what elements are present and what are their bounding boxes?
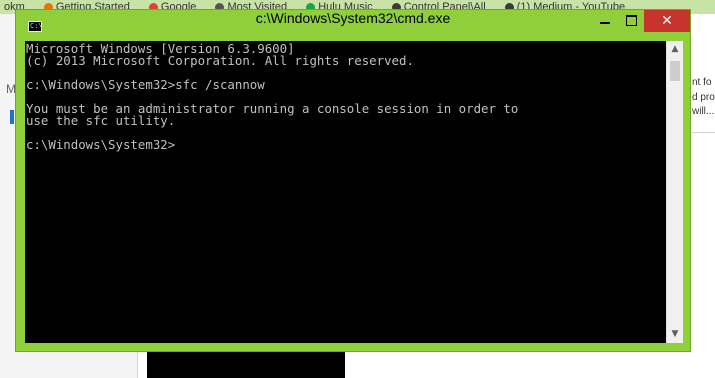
background-dark-block (147, 352, 345, 378)
scroll-down-icon[interactable]: ▼ (667, 326, 683, 343)
scroll-thumb[interactable] (670, 61, 680, 81)
background-text-line: nt fo (692, 77, 712, 88)
close-icon: ✕ (661, 13, 673, 29)
console-output[interactable]: Microsoft Windows [Version 6.3.9600] (c) … (25, 41, 666, 343)
background-accent-bar (10, 110, 14, 124)
console-line: c:\Windows\System32> (26, 137, 176, 152)
background-text-line: will.... (692, 106, 715, 117)
background-divider (692, 132, 715, 133)
close-button[interactable]: ✕ (644, 10, 690, 32)
scroll-up-icon[interactable]: ▲ (667, 41, 683, 58)
minimize-button[interactable] (592, 10, 618, 32)
console-text: Microsoft Windows [Version 6.3.9600] (c) … (26, 42, 518, 152)
cmd-app-icon[interactable]: C:\ (28, 21, 43, 32)
console-line: (c) 2013 Microsoft Corporation. All righ… (26, 53, 414, 68)
background-text-line: d pro (692, 91, 715, 103)
title-bar[interactable]: c:\Windows\System32\cmd.exe C:\ ✕ (16, 10, 690, 41)
vertical-scrollbar[interactable]: ▲ ▼ (666, 41, 683, 343)
window-title: c:\Windows\System32\cmd.exe (255, 10, 451, 26)
maximize-button[interactable] (618, 10, 644, 32)
background-right-text: nt fo d pro will.... (692, 76, 715, 120)
cmd-window[interactable]: c:\Windows\System32\cmd.exe C:\ ✕ Micros… (15, 9, 691, 352)
console-line: use the sfc utility. (26, 113, 176, 128)
console-line: c:\Windows\System32>sfc /scannow (26, 77, 265, 92)
